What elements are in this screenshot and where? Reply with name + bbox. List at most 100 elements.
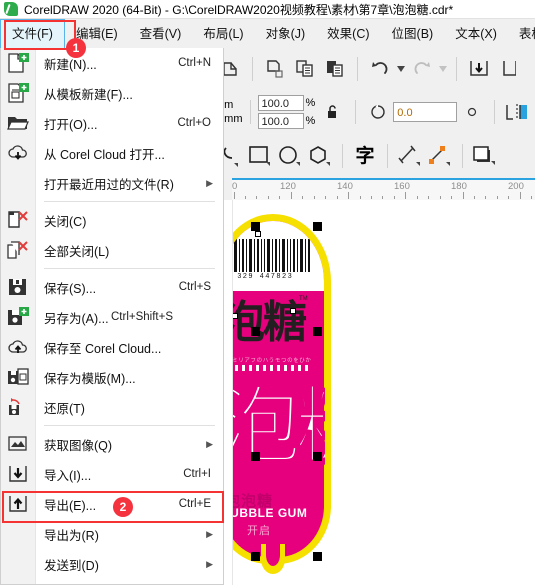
file-save[interactable]: 保存(S)... Ctrl+S bbox=[1, 272, 223, 302]
artwork-product-en: BUBBLE GUM bbox=[221, 506, 308, 520]
tb-copy[interactable] bbox=[290, 54, 320, 84]
tb-paste[interactable] bbox=[320, 54, 350, 84]
file-save-as-template-label: 保存为模版(M)... bbox=[44, 371, 136, 386]
file-new-accel: Ctrl+N bbox=[178, 57, 211, 69]
chevron-right-icon: ▶ bbox=[206, 558, 213, 569]
scale-x-input[interactable]: 100.0 bbox=[257, 95, 304, 111]
file-new[interactable]: 新建(N)... Ctrl+N bbox=[1, 48, 223, 78]
toolbar-separator bbox=[462, 144, 463, 168]
import-icon bbox=[5, 462, 31, 486]
selection-handle-bottom-right[interactable] bbox=[313, 552, 322, 561]
file-send-to-label: 发送到(D) bbox=[44, 558, 99, 573]
file-revert[interactable]: 还原(T) bbox=[1, 392, 223, 422]
file-close-all[interactable]: 全部关闭(L) bbox=[1, 235, 223, 265]
tool-connector[interactable] bbox=[425, 141, 455, 171]
save-as-template-icon bbox=[5, 365, 31, 389]
artwork-kana-line: ファミリアフのハうモつのをひか bbox=[220, 358, 312, 363]
menu-object[interactable]: 对象(J) bbox=[255, 19, 317, 49]
menu-text[interactable]: 文本(X) bbox=[444, 19, 508, 49]
ruler-label-180: 180 bbox=[451, 181, 467, 192]
toolbar-separator bbox=[357, 57, 358, 81]
chevron-right-icon: ▶ bbox=[206, 177, 213, 188]
artwork-open-label: 开启 bbox=[247, 524, 271, 537]
file-save-to-cloud[interactable]: 保存至 Corel Cloud... bbox=[1, 332, 223, 362]
file-acquire-image[interactable]: 获取图像(Q) ▶ bbox=[1, 429, 223, 459]
tb-redo[interactable] bbox=[407, 54, 437, 84]
step-badge-2: 2 bbox=[113, 497, 133, 517]
menu-view[interactable]: 查看(V) bbox=[129, 19, 193, 49]
tb-undo-dropdown[interactable] bbox=[395, 54, 407, 84]
selection-handle-low-right[interactable] bbox=[313, 452, 322, 461]
file-import[interactable]: 导入(I)... Ctrl+I bbox=[1, 459, 223, 489]
tool-dimension[interactable] bbox=[395, 141, 425, 171]
toolbar-separator bbox=[252, 57, 253, 81]
toolbar-separator bbox=[494, 100, 496, 124]
artwork-brand-cjk: 泡糖 bbox=[221, 297, 307, 348]
menu-effects[interactable]: 效果(C) bbox=[316, 19, 380, 49]
toolbar-separator bbox=[342, 144, 343, 168]
toolbar-separator bbox=[387, 144, 388, 168]
file-open-recent-label: 打开最近用过的文件(R) bbox=[44, 177, 174, 192]
file-close[interactable]: 关闭(C) bbox=[1, 205, 223, 235]
tool-rectangle[interactable] bbox=[245, 141, 275, 171]
cloud-upload-icon bbox=[5, 335, 31, 359]
file-revert-label: 还原(T) bbox=[44, 401, 85, 416]
file-import-label: 导入(I)... bbox=[44, 468, 92, 483]
tb-export[interactable] bbox=[494, 54, 524, 84]
tool-text[interactable]: 字 bbox=[350, 141, 380, 171]
selection-handle-top-left[interactable] bbox=[251, 222, 260, 231]
degree-symbol bbox=[457, 97, 487, 127]
new-from-template-icon bbox=[5, 81, 31, 105]
barcode-bars bbox=[228, 239, 312, 272]
selection-handle-mid-left[interactable] bbox=[251, 327, 260, 336]
file-new-from-template[interactable]: 从模板新建(F)... bbox=[1, 78, 223, 108]
drawing-canvas[interactable]: 1 329 447823 泡糖 TM ファミリアフのハうモつのをひか 泡糖 泡泡… bbox=[215, 200, 535, 585]
file-save-as-template[interactable]: 保存为模版(M)... bbox=[1, 362, 223, 392]
lock-ratio-icon[interactable] bbox=[318, 97, 348, 127]
artwork-word-white: 泡糖 bbox=[217, 376, 325, 476]
node-handle[interactable] bbox=[255, 231, 261, 237]
acquire-image-icon bbox=[5, 432, 31, 456]
tb-redo-dropdown[interactable] bbox=[437, 54, 449, 84]
bubblegum-artwork[interactable]: 1 329 447823 泡糖 TM ファミリアフのハうモつのをひか 泡糖 泡泡… bbox=[215, 214, 345, 574]
artwork-tm-mark: TM bbox=[299, 296, 308, 302]
selection-handle-mid-right[interactable] bbox=[313, 327, 322, 336]
file-import-accel: Ctrl+I bbox=[183, 468, 211, 480]
file-save-as[interactable]: 另存为(A)... Ctrl+Shift+S bbox=[1, 302, 223, 332]
chevron-right-icon: ▶ bbox=[206, 438, 213, 449]
menu-bitmap[interactable]: 位图(B) bbox=[381, 19, 445, 49]
file-open-recent[interactable]: 打开最近用过的文件(R) ▶ bbox=[1, 168, 223, 198]
menu-layout[interactable]: 布局(L) bbox=[192, 19, 254, 49]
file-open[interactable]: 打开(O)... Ctrl+O bbox=[1, 108, 223, 138]
mirror-horizontal-icon[interactable] bbox=[502, 97, 532, 127]
selection-handle-bottom-left[interactable] bbox=[251, 552, 260, 561]
rotate-icon[interactable] bbox=[363, 97, 393, 127]
file-open-label: 打开(O)... bbox=[44, 117, 98, 132]
percent-symbol-y: % bbox=[305, 115, 316, 127]
file-save-accel: Ctrl+S bbox=[178, 281, 211, 293]
tb-cut[interactable] bbox=[260, 54, 290, 84]
file-open-from-cloud-label: 从 Corel Cloud 打开... bbox=[44, 147, 165, 162]
tb-import[interactable] bbox=[464, 54, 494, 84]
tool-polygon[interactable] bbox=[305, 141, 335, 171]
file-open-accel: Ctrl+O bbox=[177, 117, 211, 129]
file-export-as-label: 导出为(R) bbox=[44, 528, 99, 543]
save-icon bbox=[5, 275, 31, 299]
menu-table[interactable]: 表格 bbox=[508, 19, 535, 49]
file-send-to[interactable]: 发送到(D) ▶ bbox=[1, 549, 223, 579]
selection-handle-low-left[interactable] bbox=[251, 452, 260, 461]
tool-ellipse[interactable] bbox=[275, 141, 305, 171]
node-handle[interactable] bbox=[290, 308, 296, 314]
file-open-from-cloud[interactable]: 从 Corel Cloud 打开... bbox=[1, 138, 223, 168]
coreldraw-logo-icon bbox=[4, 2, 18, 16]
selection-handle-top-right[interactable] bbox=[313, 222, 322, 231]
menu-separator bbox=[44, 201, 215, 202]
file-save-as-label: 另存为(A)... bbox=[44, 311, 109, 326]
rotation-input[interactable]: 0.0 bbox=[393, 102, 458, 122]
ruler-label-160: 160 bbox=[394, 181, 410, 192]
new-document-icon bbox=[5, 51, 31, 75]
file-export-as[interactable]: 导出为(R) ▶ bbox=[1, 519, 223, 549]
tool-drop-shadow[interactable] bbox=[470, 141, 500, 171]
tb-undo[interactable] bbox=[365, 54, 395, 84]
scale-y-input[interactable]: 100.0 bbox=[257, 113, 304, 129]
